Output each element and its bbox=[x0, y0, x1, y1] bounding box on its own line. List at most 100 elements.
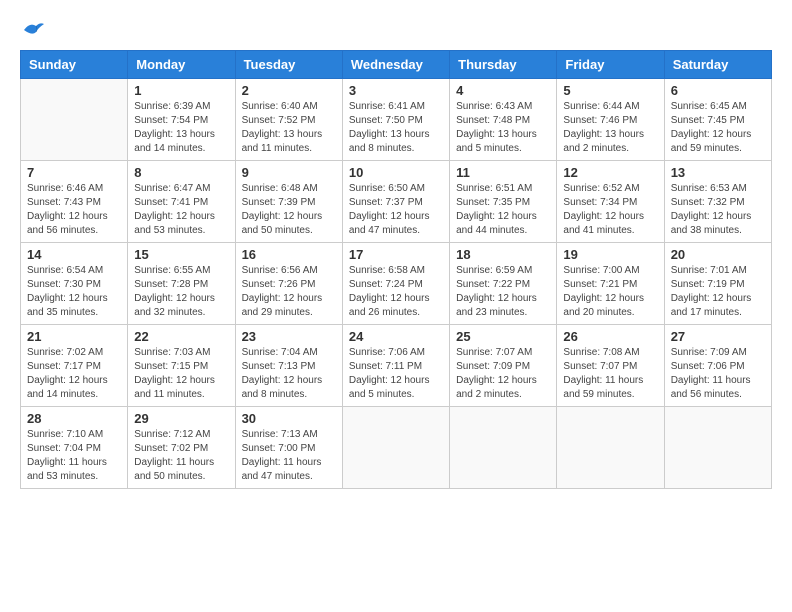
calendar-day-cell: 26 Sunrise: 7:08 AMSunset: 7:07 PMDayligh… bbox=[557, 325, 664, 407]
day-info: Sunrise: 6:44 AMSunset: 7:46 PMDaylight:… bbox=[563, 100, 657, 156]
day-number: 27 bbox=[671, 329, 765, 344]
day-number: 16 bbox=[242, 247, 336, 262]
calendar-day-cell: 2Sunrise: 6:40 AMSunset: 7:52 PMDaylight… bbox=[235, 79, 342, 161]
day-number: 28 bbox=[27, 411, 121, 426]
calendar-day-header: Monday bbox=[128, 51, 235, 79]
day-number: 21 bbox=[27, 329, 121, 344]
calendar-day-cell: 23 Sunrise: 7:04 AMSunset: 7:13 PMDayligh… bbox=[235, 325, 342, 407]
calendar-day-header: Friday bbox=[557, 51, 664, 79]
day-info: Sunrise: 7:02 AMSunset: 7:17 PMDaylight:… bbox=[27, 346, 121, 402]
day-info: Sunrise: 6:52 AMSunset: 7:34 PMDaylight:… bbox=[563, 182, 657, 238]
day-number: 10 bbox=[349, 165, 443, 180]
calendar-day-cell: 29Sunrise: 7:12 AMSunset: 7:02 PMDayligh… bbox=[128, 407, 235, 489]
day-number: 19 bbox=[563, 247, 657, 262]
day-number: 3 bbox=[349, 83, 443, 98]
logo bbox=[20, 20, 46, 40]
calendar-day-cell: 30 Sunrise: 7:13 AMSunset: 7:00 PMDayligh… bbox=[235, 407, 342, 489]
day-info: Sunrise: 6:53 AMSunset: 7:32 PMDaylight:… bbox=[671, 182, 765, 238]
day-number: 5 bbox=[563, 83, 657, 98]
calendar-week-row: 21 Sunrise: 7:02 AMSunset: 7:17 PMDayligh… bbox=[21, 325, 772, 407]
calendar-day-cell: 28 Sunrise: 7:10 AMSunset: 7:04 PMDayligh… bbox=[21, 407, 128, 489]
calendar-day-header: Wednesday bbox=[342, 51, 449, 79]
day-number: 23 bbox=[242, 329, 336, 344]
calendar-day-cell: 24Sunrise: 7:06 AMSunset: 7:11 PMDayligh… bbox=[342, 325, 449, 407]
day-info: Sunrise: 6:58 AMSunset: 7:24 PMDaylight:… bbox=[349, 264, 443, 320]
day-info: Sunrise: 6:41 AMSunset: 7:50 PMDaylight:… bbox=[349, 100, 443, 156]
calendar-header-row: SundayMondayTuesdayWednesdayThursdayFrid… bbox=[21, 51, 772, 79]
day-number: 13 bbox=[671, 165, 765, 180]
day-number: 20 bbox=[671, 247, 765, 262]
calendar-day-cell: 3 Sunrise: 6:41 AMSunset: 7:50 PMDaylight… bbox=[342, 79, 449, 161]
calendar-day-cell: 9 Sunrise: 6:48 AMSunset: 7:39 PMDaylight… bbox=[235, 161, 342, 243]
calendar-day-cell: 21 Sunrise: 7:02 AMSunset: 7:17 PMDayligh… bbox=[21, 325, 128, 407]
day-number: 6 bbox=[671, 83, 765, 98]
calendar-day-cell: 27 Sunrise: 7:09 AMSunset: 7:06 PMDayligh… bbox=[664, 325, 771, 407]
calendar-day-cell: 10 Sunrise: 6:50 AMSunset: 7:37 PMDayligh… bbox=[342, 161, 449, 243]
calendar-day-header: Thursday bbox=[450, 51, 557, 79]
day-info: Sunrise: 7:01 AMSunset: 7:19 PMDaylight:… bbox=[671, 264, 765, 320]
logo-bird-icon bbox=[22, 20, 46, 40]
calendar-day-cell: 1 Sunrise: 6:39 AMSunset: 7:54 PMDaylight… bbox=[128, 79, 235, 161]
calendar-day-cell: 18Sunrise: 6:59 AMSunset: 7:22 PMDayligh… bbox=[450, 243, 557, 325]
calendar-day-cell: 15 Sunrise: 6:55 AMSunset: 7:28 PMDayligh… bbox=[128, 243, 235, 325]
day-number: 11 bbox=[456, 165, 550, 180]
day-info: Sunrise: 6:47 AMSunset: 7:41 PMDaylight:… bbox=[134, 182, 228, 238]
calendar-table: SundayMondayTuesdayWednesdayThursdayFrid… bbox=[20, 50, 772, 489]
day-info: Sunrise: 7:03 AMSunset: 7:15 PMDaylight:… bbox=[134, 346, 228, 402]
calendar-week-row: 1 Sunrise: 6:39 AMSunset: 7:54 PMDaylight… bbox=[21, 79, 772, 161]
day-info: Sunrise: 6:48 AMSunset: 7:39 PMDaylight:… bbox=[242, 182, 336, 238]
calendar-week-row: 28 Sunrise: 7:10 AMSunset: 7:04 PMDayligh… bbox=[21, 407, 772, 489]
day-number: 30 bbox=[242, 411, 336, 426]
calendar-day-header: Sunday bbox=[21, 51, 128, 79]
day-info: Sunrise: 6:45 AMSunset: 7:45 PMDaylight:… bbox=[671, 100, 765, 156]
day-number: 15 bbox=[134, 247, 228, 262]
calendar-day-cell: 25 Sunrise: 7:07 AMSunset: 7:09 PMDayligh… bbox=[450, 325, 557, 407]
day-info: Sunrise: 6:39 AMSunset: 7:54 PMDaylight:… bbox=[134, 100, 228, 156]
day-info: Sunrise: 6:43 AMSunset: 7:48 PMDaylight:… bbox=[456, 100, 550, 156]
day-number: 12 bbox=[563, 165, 657, 180]
calendar-day-cell: 8 Sunrise: 6:47 AMSunset: 7:41 PMDaylight… bbox=[128, 161, 235, 243]
calendar-day-cell: 6 Sunrise: 6:45 AMSunset: 7:45 PMDaylight… bbox=[664, 79, 771, 161]
calendar-day-cell: 13 Sunrise: 6:53 AMSunset: 7:32 PMDayligh… bbox=[664, 161, 771, 243]
day-info: Sunrise: 7:07 AMSunset: 7:09 PMDaylight:… bbox=[456, 346, 550, 402]
calendar-day-cell: 11 Sunrise: 6:51 AMSunset: 7:35 PMDayligh… bbox=[450, 161, 557, 243]
day-info: Sunrise: 7:00 AMSunset: 7:21 PMDaylight:… bbox=[563, 264, 657, 320]
day-number: 26 bbox=[563, 329, 657, 344]
day-info: Sunrise: 6:50 AMSunset: 7:37 PMDaylight:… bbox=[349, 182, 443, 238]
calendar-day-cell bbox=[450, 407, 557, 489]
day-number: 29 bbox=[134, 411, 228, 426]
day-info: Sunrise: 7:06 AMSunset: 7:11 PMDaylight:… bbox=[349, 346, 443, 402]
day-info: Sunrise: 6:51 AMSunset: 7:35 PMDaylight:… bbox=[456, 182, 550, 238]
calendar-day-cell: 22Sunrise: 7:03 AMSunset: 7:15 PMDayligh… bbox=[128, 325, 235, 407]
calendar-day-cell: 5 Sunrise: 6:44 AMSunset: 7:46 PMDaylight… bbox=[557, 79, 664, 161]
day-number: 8 bbox=[134, 165, 228, 180]
calendar-day-cell bbox=[557, 407, 664, 489]
page-header bbox=[20, 20, 772, 40]
day-info: Sunrise: 7:09 AMSunset: 7:06 PMDaylight:… bbox=[671, 346, 765, 402]
calendar-day-cell bbox=[664, 407, 771, 489]
calendar-day-cell: 14 Sunrise: 6:54 AMSunset: 7:30 PMDayligh… bbox=[21, 243, 128, 325]
calendar-day-cell: 17 Sunrise: 6:58 AMSunset: 7:24 PMDayligh… bbox=[342, 243, 449, 325]
calendar-day-cell: 16Sunrise: 6:56 AMSunset: 7:26 PMDayligh… bbox=[235, 243, 342, 325]
calendar-day-cell: 4Sunrise: 6:43 AMSunset: 7:48 PMDaylight… bbox=[450, 79, 557, 161]
day-number: 17 bbox=[349, 247, 443, 262]
day-info: Sunrise: 7:13 AMSunset: 7:00 PMDaylight:… bbox=[242, 428, 336, 484]
day-info: Sunrise: 7:04 AMSunset: 7:13 PMDaylight:… bbox=[242, 346, 336, 402]
calendar-day-cell: 19 Sunrise: 7:00 AMSunset: 7:21 PMDayligh… bbox=[557, 243, 664, 325]
calendar-day-cell: 12 Sunrise: 6:52 AMSunset: 7:34 PMDayligh… bbox=[557, 161, 664, 243]
day-info: Sunrise: 7:08 AMSunset: 7:07 PMDaylight:… bbox=[563, 346, 657, 402]
calendar-day-cell: 20 Sunrise: 7:01 AMSunset: 7:19 PMDayligh… bbox=[664, 243, 771, 325]
calendar-day-header: Saturday bbox=[664, 51, 771, 79]
day-info: Sunrise: 6:55 AMSunset: 7:28 PMDaylight:… bbox=[134, 264, 228, 320]
calendar-day-cell: 7Sunrise: 6:46 AMSunset: 7:43 PMDaylight… bbox=[21, 161, 128, 243]
day-info: Sunrise: 6:40 AMSunset: 7:52 PMDaylight:… bbox=[242, 100, 336, 156]
day-number: 14 bbox=[27, 247, 121, 262]
day-number: 25 bbox=[456, 329, 550, 344]
day-info: Sunrise: 6:54 AMSunset: 7:30 PMDaylight:… bbox=[27, 264, 121, 320]
day-number: 18 bbox=[456, 247, 550, 262]
calendar-day-header: Tuesday bbox=[235, 51, 342, 79]
day-number: 1 bbox=[134, 83, 228, 98]
calendar-day-cell bbox=[21, 79, 128, 161]
day-number: 9 bbox=[242, 165, 336, 180]
day-info: Sunrise: 7:10 AMSunset: 7:04 PMDaylight:… bbox=[27, 428, 121, 484]
